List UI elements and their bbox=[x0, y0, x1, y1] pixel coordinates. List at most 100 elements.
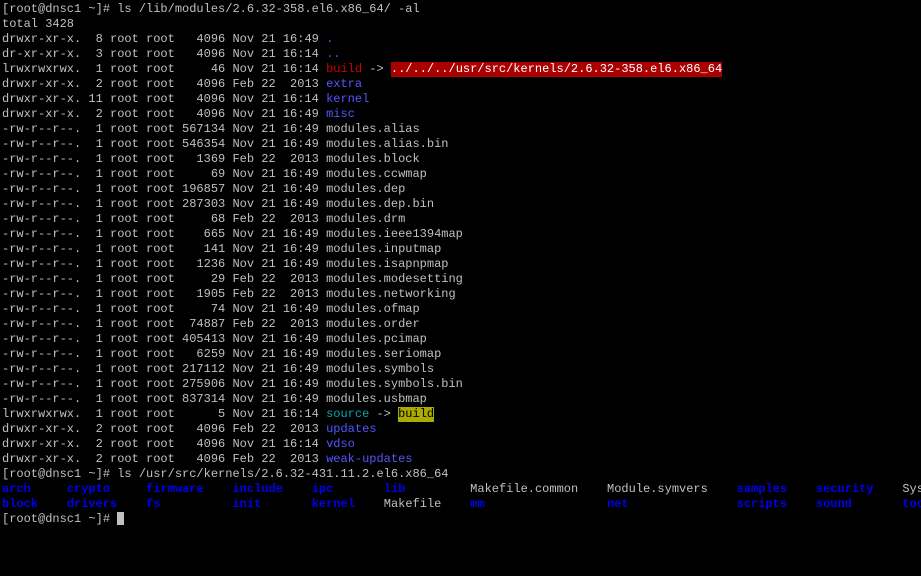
file-name: weak-updates bbox=[326, 452, 412, 467]
ls-row: -rw-r--r--. 1 root root 405413 Nov 21 16… bbox=[2, 332, 919, 347]
file-perms: lrwxrwxrwx. 1 root root 46 Nov 21 16:14 bbox=[2, 62, 326, 77]
file-perms: -rw-r--r--. 1 root root 74 Nov 21 16:49 bbox=[2, 302, 326, 317]
file-name: modules.dep.bin bbox=[326, 197, 434, 212]
file-perms: -rw-r--r--. 1 root root 74887 Feb 22 201… bbox=[2, 317, 326, 332]
ls-row: dr-xr-xr-x. 3 root root 4096 Nov 21 16:1… bbox=[2, 47, 919, 62]
command-input: ls /usr/src/kernels/2.6.32-431.11.2.el6.… bbox=[117, 467, 448, 482]
file-name: modules.symbols bbox=[326, 362, 434, 377]
ls-row: drwxr-xr-x. 11 root root 4096 Nov 21 16:… bbox=[2, 92, 919, 107]
ls-entry: Module.symvers bbox=[607, 482, 737, 497]
ls-entry: sound bbox=[816, 497, 902, 512]
symlink-name: source bbox=[326, 407, 369, 422]
ls-entry: arch bbox=[2, 482, 67, 497]
file-name: modules.usbmap bbox=[326, 392, 427, 407]
file-name: modules.isapnpmap bbox=[326, 257, 448, 272]
ls-entry: block bbox=[2, 497, 67, 512]
ls-row: -rw-r--r--. 1 root root 69 Nov 21 16:49 … bbox=[2, 167, 919, 182]
ls-entry: crypto bbox=[67, 482, 146, 497]
ls-entry: kernel bbox=[312, 497, 384, 512]
file-perms: -rw-r--r--. 1 root root 1236 Nov 21 16:4… bbox=[2, 257, 326, 272]
file-perms: drwxr-xr-x. 2 root root 4096 Nov 21 16:1… bbox=[2, 437, 326, 452]
shell-prompt: [root@dnsc1 ~]# bbox=[2, 2, 117, 17]
file-perms: -rw-r--r--. 1 root root 567134 Nov 21 16… bbox=[2, 122, 326, 137]
arrow: -> bbox=[369, 407, 398, 422]
file-name: modules.seriomap bbox=[326, 347, 441, 362]
ls-total: total 3428 bbox=[2, 17, 74, 32]
ls-row: -rw-r--r--. 1 root root 1236 Nov 21 16:4… bbox=[2, 257, 919, 272]
ls-row: -rw-r--r--. 1 root root 68 Feb 22 2013 m… bbox=[2, 212, 919, 227]
file-name: modules.alias bbox=[326, 122, 420, 137]
ls-entry: firmware bbox=[146, 482, 232, 497]
symlink-name-broken: build bbox=[326, 62, 362, 77]
command-input: ls /lib/modules/2.6.32-358.el6.x86_64/ -… bbox=[117, 2, 419, 17]
file-name: modules.pcimap bbox=[326, 332, 427, 347]
ls-entry: fs bbox=[146, 497, 232, 512]
ls-row: -rw-r--r--. 1 root root 1369 Feb 22 2013… bbox=[2, 152, 919, 167]
ls-row: -rw-r--r--. 1 root root 217112 Nov 21 16… bbox=[2, 362, 919, 377]
file-name: modules.networking bbox=[326, 287, 456, 302]
file-perms: -rw-r--r--. 1 root root 68 Feb 22 2013 bbox=[2, 212, 326, 227]
file-perms: drwxr-xr-x. 2 root root 4096 Nov 21 16:4… bbox=[2, 107, 326, 122]
terminal[interactable]: [root@dnsc1 ~]# ls /lib/modules/2.6.32-3… bbox=[2, 2, 919, 574]
file-perms: drwxr-xr-x. 2 root root 4096 Feb 22 2013 bbox=[2, 452, 326, 467]
file-name: modules.dep bbox=[326, 182, 405, 197]
ls-row: -rw-r--r--. 1 root root 6259 Nov 21 16:4… bbox=[2, 347, 919, 362]
ls-entry: net bbox=[607, 497, 737, 512]
file-perms: -rw-r--r--. 1 root root 1369 Feb 22 2013 bbox=[2, 152, 326, 167]
ls-entry: mm bbox=[470, 497, 607, 512]
ls-row: lrwxrwxrwx. 1 root root 46 Nov 21 16:14 … bbox=[2, 62, 919, 77]
file-perms: dr-xr-xr-x. 3 root root 4096 Nov 21 16:1… bbox=[2, 47, 326, 62]
file-name: updates bbox=[326, 422, 376, 437]
shell-prompt: [root@dnsc1 ~]# bbox=[2, 512, 117, 527]
ls-row: drwxr-xr-x. 2 root root 4096 Feb 22 2013… bbox=[2, 422, 919, 437]
ls-row: -rw-r--r--. 1 root root 74887 Feb 22 201… bbox=[2, 317, 919, 332]
ls-row: -rw-r--r--. 1 root root 287303 Nov 21 16… bbox=[2, 197, 919, 212]
file-perms: drwxr-xr-x. 8 root root 4096 Nov 21 16:4… bbox=[2, 32, 326, 47]
ls-row: drwxr-xr-x. 2 root root 4096 Nov 21 16:1… bbox=[2, 437, 919, 452]
ls-entry: ipc bbox=[312, 482, 384, 497]
file-name: modules.order bbox=[326, 317, 420, 332]
ls-row: drwxr-xr-x. 8 root root 4096 Nov 21 16:4… bbox=[2, 32, 919, 47]
file-name: extra bbox=[326, 77, 362, 92]
file-name: modules.ofmap bbox=[326, 302, 420, 317]
file-name: kernel bbox=[326, 92, 369, 107]
file-perms: drwxr-xr-x. 11 root root 4096 Nov 21 16:… bbox=[2, 92, 326, 107]
file-perms: lrwxrwxrwx. 1 root root 5 Nov 21 16:14 bbox=[2, 407, 326, 422]
file-name: modules.symbols.bin bbox=[326, 377, 463, 392]
ls-row: -rw-r--r--. 1 root root 74 Nov 21 16:49 … bbox=[2, 302, 919, 317]
file-perms: -rw-r--r--. 1 root root 405413 Nov 21 16… bbox=[2, 332, 326, 347]
ls-entry: drivers bbox=[67, 497, 146, 512]
file-name: modules.block bbox=[326, 152, 420, 167]
ls-entry: lib bbox=[384, 482, 470, 497]
symlink-target: build bbox=[398, 407, 434, 422]
ls-row: lrwxrwxrwx. 1 root root 5 Nov 21 16:14 s… bbox=[2, 407, 919, 422]
ls-entry: tools bbox=[902, 497, 921, 512]
file-perms: -rw-r--r--. 1 root root 69 Nov 21 16:49 bbox=[2, 167, 326, 182]
file-name: vdso bbox=[326, 437, 355, 452]
ls-column-row: block drivers fs init kernel Makefile mm… bbox=[2, 497, 919, 512]
file-perms: drwxr-xr-x. 2 root root 4096 Feb 22 2013 bbox=[2, 422, 326, 437]
file-perms: -rw-r--r--. 1 root root 29 Feb 22 2013 bbox=[2, 272, 326, 287]
ls-row: drwxr-xr-x. 2 root root 4096 Feb 22 2013… bbox=[2, 77, 919, 92]
ls-row: -rw-r--r--. 1 root root 567134 Nov 21 16… bbox=[2, 122, 919, 137]
file-perms: -rw-r--r--. 1 root root 275906 Nov 21 16… bbox=[2, 377, 326, 392]
ls-row: -rw-r--r--. 1 root root 275906 Nov 21 16… bbox=[2, 377, 919, 392]
ls-entry: scripts bbox=[737, 497, 816, 512]
file-perms: -rw-r--r--. 1 root root 1905 Feb 22 2013 bbox=[2, 287, 326, 302]
ls-entry: Makefile bbox=[384, 497, 470, 512]
file-perms: drwxr-xr-x. 2 root root 4096 Feb 22 2013 bbox=[2, 77, 326, 92]
file-perms: -rw-r--r--. 1 root root 141 Nov 21 16:49 bbox=[2, 242, 326, 257]
ls-entry: init bbox=[232, 497, 311, 512]
ls-column-row: arch crypto firmware include ipc lib Mak… bbox=[2, 482, 919, 497]
file-name: misc bbox=[326, 107, 355, 122]
file-perms: -rw-r--r--. 1 root root 837314 Nov 21 16… bbox=[2, 392, 326, 407]
file-name: . bbox=[326, 32, 333, 47]
cursor[interactable] bbox=[117, 512, 124, 525]
file-perms: -rw-r--r--. 1 root root 6259 Nov 21 16:4… bbox=[2, 347, 326, 362]
file-name: modules.ccwmap bbox=[326, 167, 427, 182]
file-perms: -rw-r--r--. 1 root root 287303 Nov 21 16… bbox=[2, 197, 326, 212]
file-perms: -rw-r--r--. 1 root root 217112 Nov 21 16… bbox=[2, 362, 326, 377]
ls-row: -rw-r--r--. 1 root root 665 Nov 21 16:49… bbox=[2, 227, 919, 242]
symlink-target-missing: ../../../usr/src/kernels/2.6.32-358.el6.… bbox=[391, 62, 722, 77]
ls-row: -rw-r--r--. 1 root root 141 Nov 21 16:49… bbox=[2, 242, 919, 257]
